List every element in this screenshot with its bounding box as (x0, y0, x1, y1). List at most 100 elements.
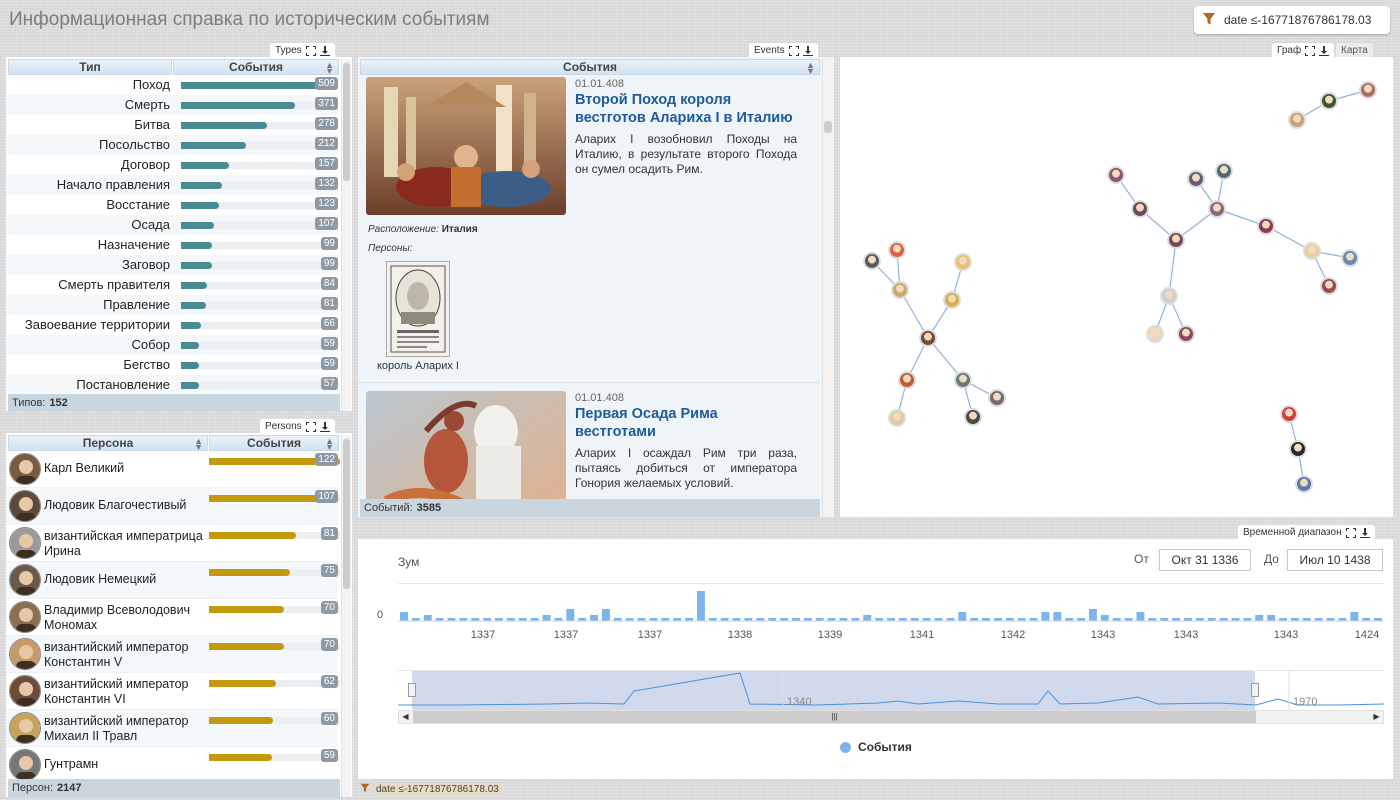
type-row[interactable]: Назначение 99 (6, 235, 338, 255)
event-card[interactable]: 01.01.408 Первая Осада Рима вестготами А… (358, 391, 820, 499)
scroll-left-icon[interactable]: ◀ (399, 711, 412, 723)
timeline-bar[interactable] (1100, 615, 1109, 621)
timeline-bar[interactable] (400, 612, 408, 621)
graph-node[interactable] (954, 371, 972, 389)
graph-node[interactable] (919, 329, 937, 347)
timeline-scrollbar[interactable]: ◀ ||| ▶ (398, 710, 1384, 724)
person-row[interactable]: Владимир Всеволодович Мономах 70 (6, 599, 340, 636)
graph-node[interactable] (1288, 111, 1306, 129)
person-row[interactable]: византийский император Константин V 70 (6, 636, 340, 673)
type-row[interactable]: Правление 81 (6, 295, 338, 315)
zoom-label[interactable]: Зум (398, 555, 419, 569)
person-row[interactable]: Карл Великий 122 (6, 451, 340, 488)
type-row[interactable]: Начало правления 132 (6, 175, 338, 195)
graph-node[interactable] (1359, 81, 1377, 99)
type-row[interactable]: Восстание 123 (6, 195, 338, 215)
map-tab[interactable]: Карта (1336, 43, 1373, 58)
graph-node[interactable] (888, 409, 906, 427)
timeline-bar[interactable] (566, 609, 575, 621)
timeline-bar[interactable] (1053, 612, 1062, 621)
from-date-input[interactable]: Окт 31 1336 (1159, 549, 1251, 571)
timeline-bar[interactable] (1350, 612, 1359, 621)
types-scrollbar[interactable] (341, 59, 351, 411)
events-scrollbar[interactable] (822, 59, 833, 517)
graph-node[interactable] (954, 253, 972, 271)
persons-scrollbar[interactable] (341, 435, 351, 797)
person-row[interactable]: византийский император Константин VI 62 (6, 673, 340, 710)
person-caption[interactable]: король Аларих I (372, 360, 464, 372)
graph-node[interactable] (1160, 287, 1178, 305)
navigator-left-handle[interactable] (408, 683, 416, 697)
graph-node[interactable] (1289, 440, 1307, 458)
navigator-right-handle[interactable] (1251, 683, 1259, 697)
graph-node[interactable] (1320, 92, 1338, 110)
types-col-events-header[interactable]: События ▲ ▼ (173, 59, 339, 76)
graph-node[interactable] (1177, 325, 1195, 343)
type-row[interactable]: Битва 278 (6, 115, 338, 135)
timeline-bar[interactable] (1136, 612, 1145, 621)
scrollbar-thumb[interactable]: ||| (413, 711, 1256, 723)
graph-node[interactable] (1187, 170, 1205, 188)
graph-node[interactable] (863, 252, 881, 270)
navigator[interactable]: 1340 1970 (398, 670, 1384, 711)
active-filter-chip[interactable]: date ≤-16771876786178.03 (1194, 6, 1390, 34)
timeline-bar[interactable] (542, 615, 551, 621)
download-icon[interactable] (1319, 45, 1330, 56)
graph-node[interactable] (888, 241, 906, 259)
types-col-type-header[interactable]: Тип (8, 59, 172, 75)
type-row[interactable]: Смерть правителя 84 (6, 275, 338, 295)
timeline-bar[interactable] (697, 591, 705, 621)
graph-node[interactable] (943, 291, 961, 309)
expand-icon[interactable] (305, 421, 316, 432)
events-scrollbar-thumb[interactable] (824, 121, 832, 133)
timeline-bar[interactable] (958, 612, 967, 621)
graph-node[interactable] (898, 371, 916, 389)
person-portrait[interactable] (386, 261, 450, 357)
download-icon[interactable] (1359, 527, 1370, 538)
timeline-bar[interactable] (423, 615, 432, 621)
expand-icon[interactable] (788, 45, 799, 56)
graph-node[interactable] (1257, 217, 1275, 235)
types-scrollbar-thumb[interactable] (343, 63, 350, 181)
type-row[interactable]: Постановление 57 (6, 375, 338, 395)
type-row[interactable]: Бегство 59 (6, 355, 338, 375)
graph-node[interactable] (1167, 231, 1185, 249)
type-row[interactable]: Договор 157 (6, 155, 338, 175)
person-row[interactable]: Людовик Благочестивый 107 (6, 488, 340, 525)
timeline-bar[interactable] (1041, 612, 1050, 621)
persons-col-person-header[interactable]: Персона ▲ ▼ (8, 435, 208, 452)
to-date-input[interactable]: Июл 10 1438 (1287, 549, 1383, 571)
graph-node[interactable] (1295, 475, 1313, 493)
type-row[interactable]: Завоевание территории 66 (6, 315, 338, 335)
download-icon[interactable] (319, 421, 330, 432)
timeline-bar[interactable] (1089, 609, 1097, 621)
timeline-bar[interactable] (602, 609, 610, 621)
graph-node[interactable] (1215, 162, 1233, 180)
type-row[interactable]: Посольство 212 (6, 135, 338, 155)
timeline-bar[interactable] (1267, 615, 1276, 621)
type-row[interactable]: Собор 59 (6, 335, 338, 355)
persons-scrollbar-thumb[interactable] (343, 439, 350, 589)
expand-icon[interactable] (1345, 527, 1356, 538)
graph-node[interactable] (1146, 325, 1164, 343)
events-header[interactable]: События ▲ ▼ (360, 59, 820, 76)
event-title[interactable]: Второй Поход короля вестготов Алариха I … (575, 91, 795, 127)
graph-node[interactable] (964, 408, 982, 426)
graph-node[interactable] (1320, 277, 1338, 295)
person-row[interactable]: византийская императрица Ирина 81 (6, 525, 340, 562)
bottom-filter-chip[interactable]: date ≤-16771876786178.03 (360, 781, 502, 797)
graph-panel[interactable] (840, 57, 1393, 517)
graph-node[interactable] (988, 389, 1006, 407)
type-row[interactable]: Осада 107 (6, 215, 338, 235)
download-icon[interactable] (319, 45, 330, 56)
graph-node[interactable] (1280, 405, 1298, 423)
expand-icon[interactable] (305, 45, 316, 56)
graph-node[interactable] (1107, 166, 1125, 184)
timeline-bar[interactable] (1255, 615, 1264, 621)
person-row[interactable]: византийский император Михаил II Травл 60 (6, 710, 340, 747)
graph-node[interactable] (1208, 200, 1226, 218)
graph-node[interactable] (1131, 200, 1149, 218)
graph-tab[interactable]: Граф (1272, 43, 1335, 58)
expand-icon[interactable] (1305, 45, 1316, 56)
type-row[interactable]: Заговор 99 (6, 255, 338, 275)
